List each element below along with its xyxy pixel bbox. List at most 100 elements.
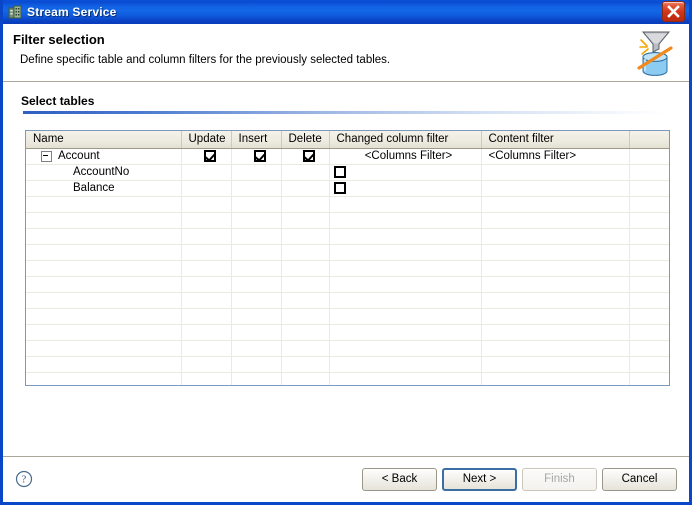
empty-cell [629, 228, 669, 245]
empty-cell [629, 308, 669, 325]
empty-cell [26, 372, 182, 385]
table-row[interactable]: Balance [26, 180, 669, 197]
row-changed-column-filter-cell[interactable] [329, 164, 482, 181]
empty-cell [281, 292, 330, 309]
row-delete-cell[interactable] [281, 148, 330, 165]
delete-checkbox[interactable] [302, 149, 315, 162]
page-title: Filter selection [13, 32, 105, 47]
empty-cell [481, 308, 630, 325]
empty-row [26, 260, 669, 277]
empty-cell [481, 244, 630, 261]
empty-cell [281, 196, 330, 213]
cancel-button[interactable]: Cancel [602, 467, 677, 491]
insert-checkbox[interactable] [253, 149, 266, 162]
empty-cell [26, 276, 182, 293]
empty-cell [629, 244, 669, 261]
empty-cell [329, 276, 482, 293]
empty-cell [481, 212, 630, 229]
section-divider [23, 111, 667, 114]
column-header-changed-column-filter[interactable]: Changed column filter [329, 131, 482, 149]
empty-cell [481, 260, 630, 277]
empty-cell [481, 276, 630, 293]
empty-cell [181, 228, 232, 245]
close-icon[interactable] [662, 1, 685, 22]
row-name-cell[interactable]: Balance [26, 180, 182, 197]
changed-column-filter-value[interactable]: <Columns Filter> [365, 150, 453, 162]
empty-cell [231, 244, 282, 261]
wizard-banner: Filter selection Define specific table a… [3, 24, 689, 82]
empty-cell [629, 292, 669, 309]
empty-row [26, 340, 669, 357]
row-delete-cell [281, 180, 330, 197]
column-header-content-filter[interactable]: Content filter [481, 131, 630, 149]
empty-cell [231, 324, 282, 341]
empty-cell [329, 372, 482, 385]
empty-cell [629, 340, 669, 357]
empty-row [26, 324, 669, 341]
empty-row [26, 244, 669, 261]
row-content-filter-cell[interactable]: <Columns Filter> [481, 148, 630, 165]
server-app-icon [7, 4, 23, 20]
row-name-cell[interactable]: AccountNo [26, 164, 182, 181]
column-header-update[interactable]: Update [181, 131, 232, 149]
empty-cell [181, 260, 232, 277]
empty-cell [629, 324, 669, 341]
empty-cell [481, 356, 630, 373]
update-checkbox[interactable] [203, 149, 216, 162]
wizard-content: Select tables Name Update Insert Delete … [3, 82, 689, 456]
empty-cell [181, 356, 232, 373]
empty-cell [329, 228, 482, 245]
content-filter-value[interactable]: <Columns Filter> [489, 150, 577, 162]
empty-cell [181, 308, 232, 325]
empty-cell [181, 244, 232, 261]
column-header-name[interactable]: Name [26, 131, 182, 149]
row-spacer-cell [629, 164, 669, 181]
empty-cell [281, 212, 330, 229]
empty-row [26, 228, 669, 245]
row-changed-column-filter-cell[interactable] [329, 180, 482, 197]
table-header-row: Name Update Insert Delete Changed column… [26, 131, 669, 149]
filter-table: Name Update Insert Delete Changed column… [26, 131, 669, 385]
empty-cell [181, 324, 232, 341]
empty-cell [181, 212, 232, 229]
row-update-cell[interactable] [181, 148, 232, 165]
row-spacer-cell [629, 180, 669, 197]
empty-cell [629, 372, 669, 385]
row-insert-cell [231, 180, 282, 197]
empty-cell [281, 244, 330, 261]
table-row[interactable]: AccountNo [26, 164, 669, 181]
next-button[interactable]: Next > [442, 467, 517, 491]
empty-row [26, 196, 669, 213]
empty-cell [281, 324, 330, 341]
changed-column-filter-checkbox[interactable] [333, 165, 346, 178]
help-question-icon[interactable]: ? [15, 470, 33, 488]
table-row[interactable]: Account <Columns Filter> <Columns Filter… [26, 148, 669, 165]
row-changed-column-filter-cell[interactable]: <Columns Filter> [329, 148, 482, 165]
back-button[interactable]: < Back [362, 467, 437, 491]
empty-cell [329, 196, 482, 213]
tree-collapse-icon[interactable] [41, 150, 52, 162]
empty-cell [26, 244, 182, 261]
column-header-spacer[interactable] [629, 131, 669, 149]
empty-cell [281, 276, 330, 293]
empty-cell [26, 340, 182, 357]
table-body: Account <Columns Filter> <Columns Filter… [26, 148, 669, 385]
svg-text:?: ? [22, 475, 27, 486]
empty-cell [281, 228, 330, 245]
empty-cell [281, 308, 330, 325]
empty-cell [231, 356, 282, 373]
empty-cell [26, 308, 182, 325]
column-header-delete[interactable]: Delete [281, 131, 330, 149]
row-delete-cell [281, 164, 330, 181]
column-header-insert[interactable]: Insert [231, 131, 282, 149]
wizard-button-row: < Back Next > Finish Cancel [362, 467, 677, 491]
row-insert-cell[interactable] [231, 148, 282, 165]
row-name-cell[interactable]: Account [26, 148, 182, 165]
changed-column-filter-checkbox[interactable] [333, 181, 346, 194]
empty-row [26, 212, 669, 229]
empty-cell [629, 276, 669, 293]
empty-row [26, 308, 669, 325]
empty-row [26, 372, 669, 385]
tables-grid: Name Update Insert Delete Changed column… [25, 130, 670, 386]
empty-cell [629, 196, 669, 213]
